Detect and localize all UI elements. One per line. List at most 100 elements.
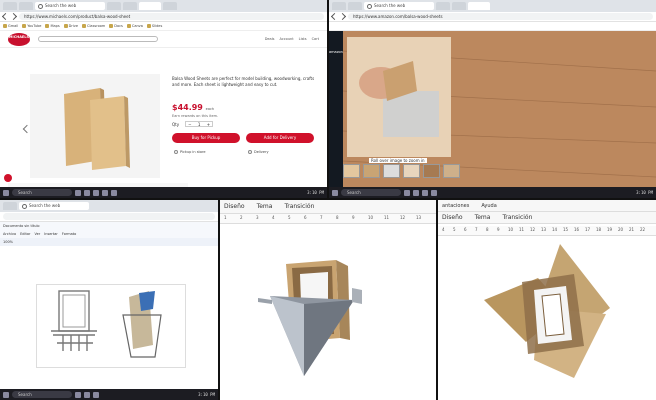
search-input[interactable]: Search the web xyxy=(19,202,89,210)
app-icon[interactable] xyxy=(102,189,108,196)
docs-title-bar: Documento sin título xyxy=(0,222,218,230)
forward-icon[interactable] xyxy=(338,12,347,21)
tab-active[interactable] xyxy=(139,2,161,10)
menu-theme[interactable]: Tema xyxy=(475,214,491,221)
menu-item[interactable]: Archivo xyxy=(3,232,16,236)
taskbar-search[interactable]: Search xyxy=(12,189,72,196)
search-input[interactable]: Search the web xyxy=(364,2,434,10)
nav-link[interactable]: Lists xyxy=(299,37,307,41)
url-field[interactable]: https://www.michaels.com/product/balsa-w… xyxy=(19,13,324,20)
app-icon[interactable] xyxy=(75,391,81,398)
bookmark[interactable]: Drive xyxy=(64,24,78,28)
clock: 3:10 PM xyxy=(198,392,215,397)
app-icon[interactable] xyxy=(413,189,419,196)
windows-icon[interactable] xyxy=(3,391,9,398)
thumbnail[interactable] xyxy=(363,164,380,178)
store-logo[interactable]: MICHAELS xyxy=(8,32,30,46)
thumbnail[interactable] xyxy=(383,164,400,178)
product-price: $44.99 each xyxy=(172,103,215,112)
pickup-option[interactable]: Pickup in store xyxy=(174,150,206,155)
zoom-select[interactable]: 100% xyxy=(3,240,13,244)
delivery-button[interactable]: Add for Delivery xyxy=(246,133,314,143)
app-icon[interactable] xyxy=(93,391,99,398)
tab[interactable] xyxy=(3,202,17,210)
back-icon[interactable] xyxy=(1,12,10,21)
app-icon[interactable] xyxy=(84,391,90,398)
tab-active[interactable] xyxy=(468,2,490,10)
menu-transition[interactable]: Transición xyxy=(284,203,314,210)
menu-item[interactable]: Ver xyxy=(34,232,40,236)
tab[interactable] xyxy=(436,2,450,10)
menu-transition[interactable]: Transición xyxy=(502,214,532,221)
menu-annotations[interactable]: antaciones xyxy=(442,203,469,209)
amazon-logo[interactable]: amazon xyxy=(329,50,343,54)
nav-link[interactable]: Account xyxy=(280,37,294,41)
bookmark[interactable]: Docs xyxy=(109,24,123,28)
menu-design[interactable]: Diseño xyxy=(224,203,245,210)
menu-item[interactable]: Insertar xyxy=(44,232,58,236)
bookmark[interactable]: Slides xyxy=(147,24,162,28)
thumbnail[interactable] xyxy=(403,164,420,178)
back-icon[interactable] xyxy=(330,12,339,21)
app-icon[interactable] xyxy=(422,189,428,196)
alert-icon[interactable] xyxy=(4,174,12,182)
cad-menu: antaciones Ayuda xyxy=(438,200,656,212)
tab[interactable] xyxy=(332,2,346,10)
url-field[interactable] xyxy=(3,213,215,220)
clock: 3:10 PM xyxy=(307,190,324,195)
thumbnail[interactable] xyxy=(343,164,360,178)
menu-help[interactable]: Ayuda xyxy=(481,203,496,209)
menu-design[interactable]: Diseño xyxy=(442,214,463,221)
nav-link[interactable]: Deals xyxy=(265,37,275,41)
app-icon[interactable] xyxy=(431,189,437,196)
tab-bar: Search the web xyxy=(0,0,327,12)
menu-theme[interactable]: Tema xyxy=(257,203,273,210)
windows-icon[interactable] xyxy=(332,189,338,196)
tab[interactable] xyxy=(163,2,177,10)
document-title[interactable]: Documento sin título xyxy=(3,224,40,228)
forward-icon[interactable] xyxy=(9,12,18,21)
tab[interactable] xyxy=(107,2,121,10)
product-image xyxy=(30,74,160,178)
bookmark[interactable]: Maps xyxy=(45,24,59,28)
tab[interactable] xyxy=(452,2,466,10)
docs-toolbar: 100% xyxy=(0,238,218,246)
thumbnail[interactable] xyxy=(443,164,460,178)
doc-page xyxy=(36,284,186,368)
app-icon[interactable] xyxy=(404,189,410,196)
store-search-input[interactable] xyxy=(38,36,158,42)
nav-link[interactable]: Cart xyxy=(312,37,319,41)
pickup-button[interactable]: Buy for Pickup xyxy=(172,133,240,143)
quantity-stepper[interactable]: −1 + xyxy=(185,121,214,127)
delivery-option[interactable]: Delivery xyxy=(248,150,269,155)
browser-window-docs: Search the web Documento sin título Arch… xyxy=(0,200,218,400)
app-icon[interactable] xyxy=(93,189,99,196)
bookmark[interactable]: Canva xyxy=(127,24,143,28)
tab[interactable] xyxy=(3,2,17,10)
search-input[interactable]: Search the web xyxy=(35,2,105,10)
app-icon[interactable] xyxy=(75,189,81,196)
taskbar: Search 3:10 PM xyxy=(0,389,218,400)
url-field[interactable]: https://www.amazon.com/balsa-wood-sheets xyxy=(348,13,653,20)
clock: 3:10 PM xyxy=(636,190,653,195)
ruler: 1 2 3 4 5 6 7 8 9 10 11 12 13 xyxy=(220,214,436,224)
tab[interactable] xyxy=(123,2,137,10)
menu-item[interactable]: Editar xyxy=(20,232,30,236)
thumbnail[interactable] xyxy=(423,164,440,178)
bookmark[interactable]: Gmail xyxy=(3,24,18,28)
tab[interactable] xyxy=(19,2,33,10)
menu-item[interactable]: Formato xyxy=(62,232,76,236)
store-header: MICHAELS Deals Account Lists Cart xyxy=(0,31,327,48)
bookmark[interactable]: Classroom xyxy=(82,24,105,28)
taskbar-search[interactable]: Search xyxy=(341,189,401,196)
cad-model-view[interactable] xyxy=(478,242,638,382)
windows-icon[interactable] xyxy=(3,189,9,196)
cad-model-view[interactable] xyxy=(244,240,380,385)
app-icon[interactable] xyxy=(84,189,90,196)
taskbar: Search 3:10 PM xyxy=(329,187,656,198)
taskbar-search[interactable]: Search xyxy=(12,391,72,398)
tab-bar: Search the web xyxy=(0,200,218,212)
tab[interactable] xyxy=(348,2,362,10)
bookmark[interactable]: YouTube xyxy=(22,24,41,28)
app-icon[interactable] xyxy=(111,189,117,196)
